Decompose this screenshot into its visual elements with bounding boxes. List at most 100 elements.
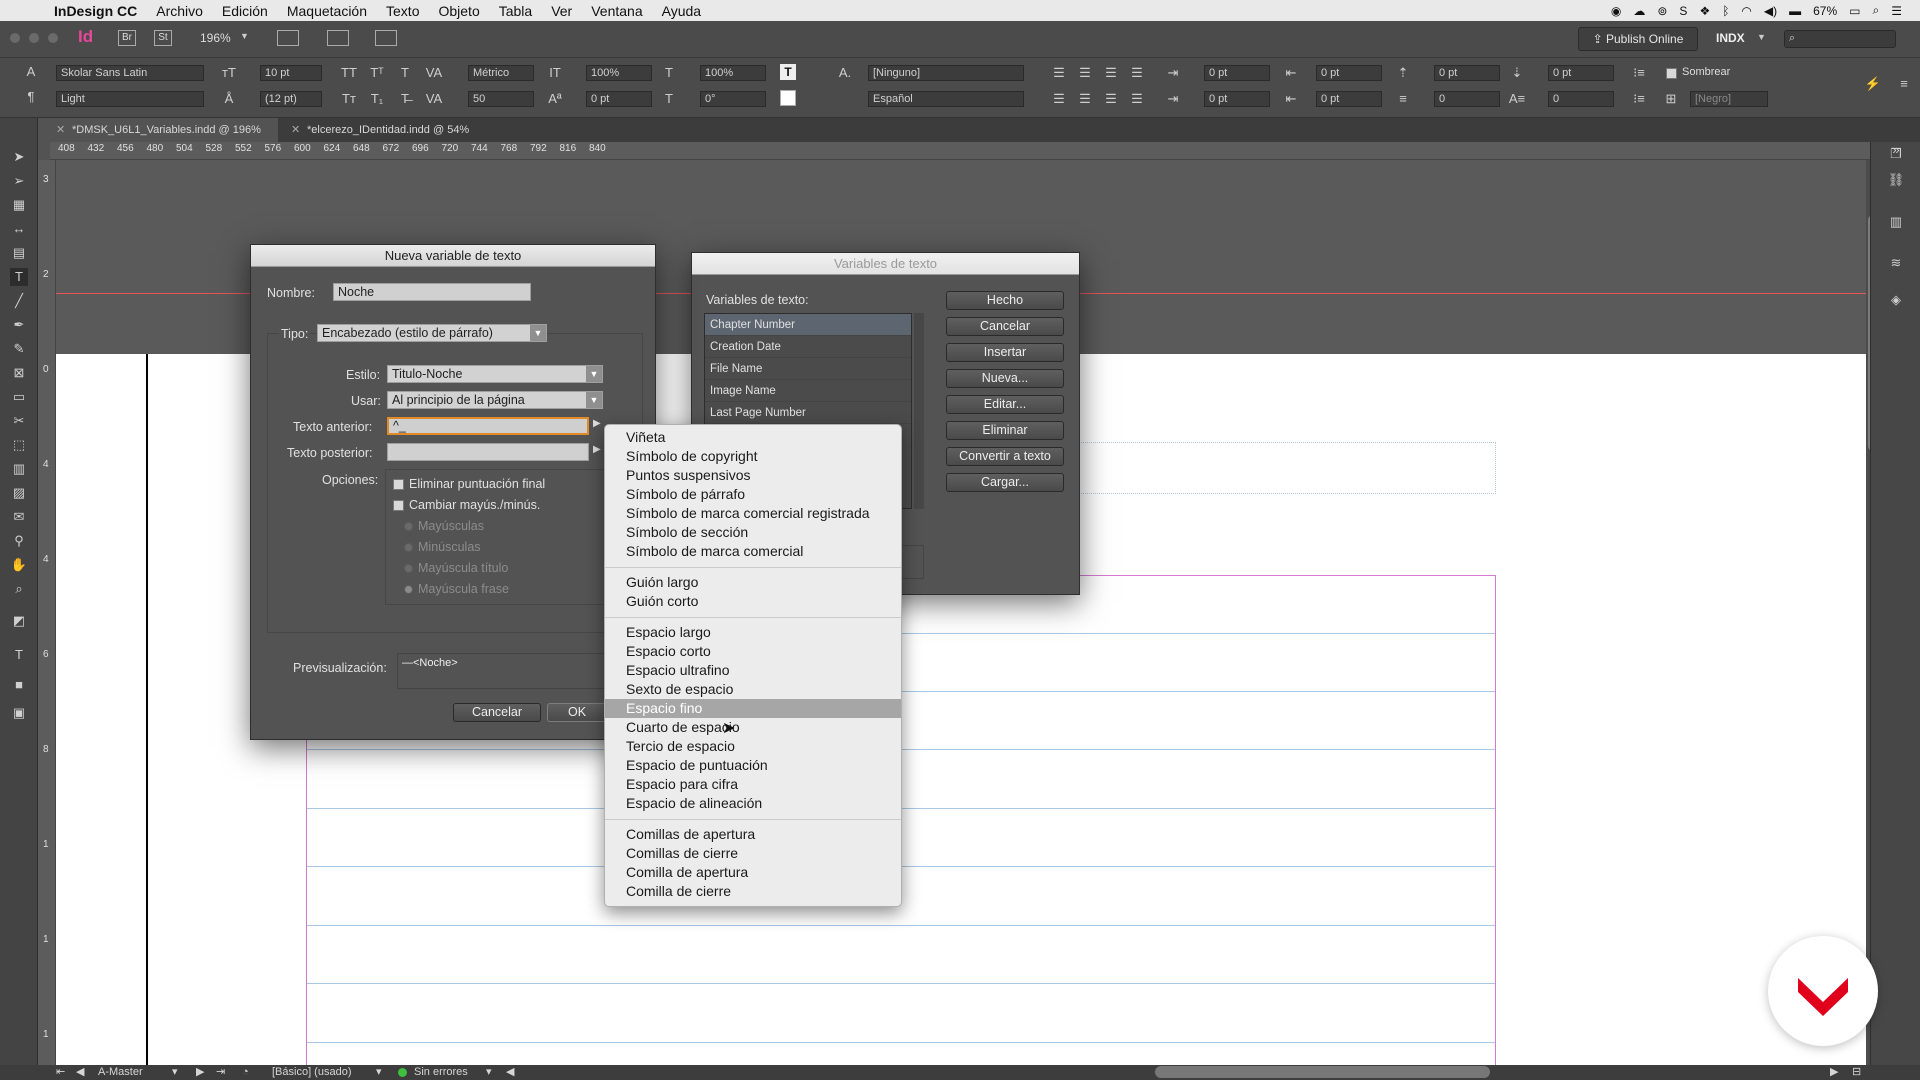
numbering-icon[interactable]: ⁝≡ [1630, 91, 1648, 107]
character-style-field[interactable]: [Ninguno] [868, 65, 1024, 81]
font-family-field[interactable]: Skolar Sans Latin [56, 65, 204, 81]
justify-right-icon[interactable]: ☰ [1102, 91, 1120, 107]
type-tool-icon[interactable]: T [10, 268, 28, 286]
preflight-dropdown-icon[interactable]: ▾ [486, 1065, 492, 1080]
list-item[interactable]: Image Name [705, 380, 911, 402]
language-field[interactable]: Español [868, 91, 1024, 107]
menu-archivo[interactable]: Archivo [156, 3, 203, 19]
formatting-affects-text-icon[interactable]: T [10, 646, 28, 664]
load-variables-button[interactable]: Cargar... [946, 473, 1064, 492]
screen-mode-tool-icon[interactable]: ▣ [10, 704, 28, 722]
menu-item-sixth-space[interactable]: Sexto de espacio [605, 680, 901, 699]
menu-item-en-dash[interactable]: Guión corto [605, 592, 901, 611]
view-options-icon[interactable] [277, 30, 299, 46]
menu-edicion[interactable]: Edición [222, 3, 268, 19]
page-dropdown-icon[interactable]: ▾ [172, 1065, 178, 1080]
text-after-special-chars-icon[interactable]: ▶ [593, 444, 601, 455]
rectangle-frame-tool-icon[interactable]: ⊠ [10, 364, 28, 382]
pencil-tool-icon[interactable]: ✎ [10, 340, 28, 358]
horizontal-scrollbar-thumb[interactable] [1155, 1066, 1490, 1078]
fill-stroke-icon[interactable]: ◩ [10, 612, 28, 630]
quick-apply-icon[interactable]: ⚡ [1864, 76, 1882, 92]
gradient-feather-tool-icon[interactable]: ▨ [10, 484, 28, 502]
help-search-input[interactable]: ⌕ [1784, 30, 1896, 48]
selection-tool-icon[interactable]: ➤ [10, 148, 28, 166]
profile-dropdown-icon[interactable]: ▾ [376, 1065, 382, 1080]
kerning-field[interactable]: Métrico [468, 65, 534, 81]
shade-swatch-field[interactable]: [Negro] [1690, 91, 1768, 107]
ok-button[interactable]: OK [547, 703, 607, 722]
layers-panel-icon[interactable]: ◈ [1887, 292, 1905, 308]
list-item[interactable]: Chapter Number [705, 314, 911, 336]
title-case-radio[interactable] [404, 564, 413, 573]
menu-item-quarter-space[interactable]: Cuarto de espacio [605, 718, 901, 737]
convert-to-text-button[interactable]: Convertir a texto [946, 447, 1064, 466]
text-before-special-chars-icon[interactable]: ▶ [593, 418, 601, 429]
menu-item-trademark[interactable]: Símbolo de marca comercial [605, 542, 901, 561]
last-page-icon[interactable]: ⇥ [216, 1065, 225, 1080]
apply-color-icon[interactable]: ■ [10, 676, 28, 694]
first-page-icon[interactable]: ⇤ [56, 1065, 65, 1080]
delete-variable-button[interactable]: Eliminar [946, 421, 1064, 440]
leading-field[interactable]: (12 pt) [260, 91, 322, 107]
cancel-button[interactable]: Cancelar [453, 703, 541, 722]
bullets-icon[interactable]: ⁝≡ [1630, 65, 1648, 81]
menu-item-thin-space[interactable]: Espacio fino [605, 699, 901, 718]
done-button[interactable]: Hecho [946, 291, 1064, 310]
drop-cap-chars-field[interactable]: 0 [1548, 91, 1614, 107]
workspace-switcher[interactable]: INDX [1716, 31, 1745, 45]
paragraph-controls-icon[interactable]: ¶ [22, 89, 40, 105]
panel-menu-icon[interactable]: ≡ [1895, 76, 1913, 92]
edit-variable-button[interactable]: Editar... [946, 395, 1064, 414]
variables-list-scrollbar[interactable] [914, 313, 924, 509]
dropbox-icon[interactable]: ❖ [1699, 4, 1710, 18]
text-after-field[interactable] [387, 443, 589, 461]
align-justify-icon[interactable]: ☰ [1128, 65, 1146, 81]
horizontal-scale-field[interactable]: 100% [700, 65, 766, 81]
menu-item-third-space[interactable]: Tercio de espacio [605, 737, 901, 756]
tab-dmsk-variables[interactable]: ✕ *DMSK_U6L1_Variables.indd @ 196% [50, 118, 278, 142]
content-collector-icon[interactable]: ▤ [10, 244, 28, 262]
align-left-icon[interactable]: ☰ [1050, 65, 1068, 81]
open-page-icon[interactable]: ◔ [242, 1065, 249, 1080]
superscript-icon[interactable]: Tᵀ [368, 65, 386, 81]
list-item[interactable]: File Name [705, 358, 911, 380]
close-tab-icon[interactable]: ✕ [56, 118, 65, 142]
text-before-field[interactable]: ^_ [387, 417, 589, 435]
record-icon[interactable]: ◉ [1611, 4, 1621, 18]
drop-cap-lines-field[interactable]: 0 [1434, 91, 1500, 107]
menu-item-paragraph-symbol[interactable]: Símbolo de párrafo [605, 485, 901, 504]
previous-page-icon[interactable]: ◀ [76, 1065, 84, 1080]
scroll-right-icon[interactable]: ▶ [1830, 1065, 1838, 1080]
menu-item-double-left-quote[interactable]: Comillas de apertura [605, 825, 901, 844]
page-selector[interactable]: A-Master [98, 1065, 143, 1080]
page-tool-icon[interactable]: ▦ [10, 196, 28, 214]
style-dropdown[interactable]: Titulo-Noche ▼ [387, 365, 603, 383]
sentence-case-radio[interactable] [404, 585, 413, 594]
preflight-errors[interactable]: Sin errores [414, 1065, 468, 1080]
menu-objeto[interactable]: Objeto [438, 3, 479, 19]
menu-texto[interactable]: Texto [386, 3, 419, 19]
text-fill-icon[interactable]: T [780, 64, 796, 80]
menu-item-punctuation-space[interactable]: Espacio de puntuación [605, 756, 901, 775]
tab-elcerezo-identidad[interactable]: ✕ *elcerezo_IDentidad.indd @ 54% [285, 118, 485, 142]
underline-icon[interactable]: T [396, 65, 414, 81]
font-size-field[interactable]: 10 pt [260, 65, 322, 81]
gap-tool-icon[interactable]: ↔ [10, 220, 28, 238]
menu-item-copyright[interactable]: Símbolo de copyright [605, 447, 901, 466]
next-page-icon[interactable]: ▶ [196, 1065, 204, 1080]
eyedropper-tool-icon[interactable]: ⚲ [10, 532, 28, 550]
menu-app-name[interactable]: InDesign CC [54, 3, 137, 19]
arrange-documents-icon[interactable] [375, 30, 397, 46]
menu-item-em-dash[interactable]: Guión largo [605, 573, 901, 592]
right-indent-field[interactable]: 0 pt [1316, 65, 1382, 81]
close-window-icon[interactable] [10, 33, 20, 43]
first-line-indent-field[interactable]: 0 pt [1204, 91, 1270, 107]
name-field[interactable]: Noche [333, 283, 531, 301]
menu-item-double-right-quote[interactable]: Comillas de cierre [605, 844, 901, 863]
flag-icon[interactable]: ▬ [1789, 4, 1801, 18]
justify-left-icon[interactable]: ☰ [1050, 91, 1068, 107]
scroll-left-icon[interactable]: ◀ [506, 1065, 514, 1080]
align-right-icon[interactable]: ☰ [1102, 65, 1120, 81]
cancel-button[interactable]: Cancelar [946, 317, 1064, 336]
